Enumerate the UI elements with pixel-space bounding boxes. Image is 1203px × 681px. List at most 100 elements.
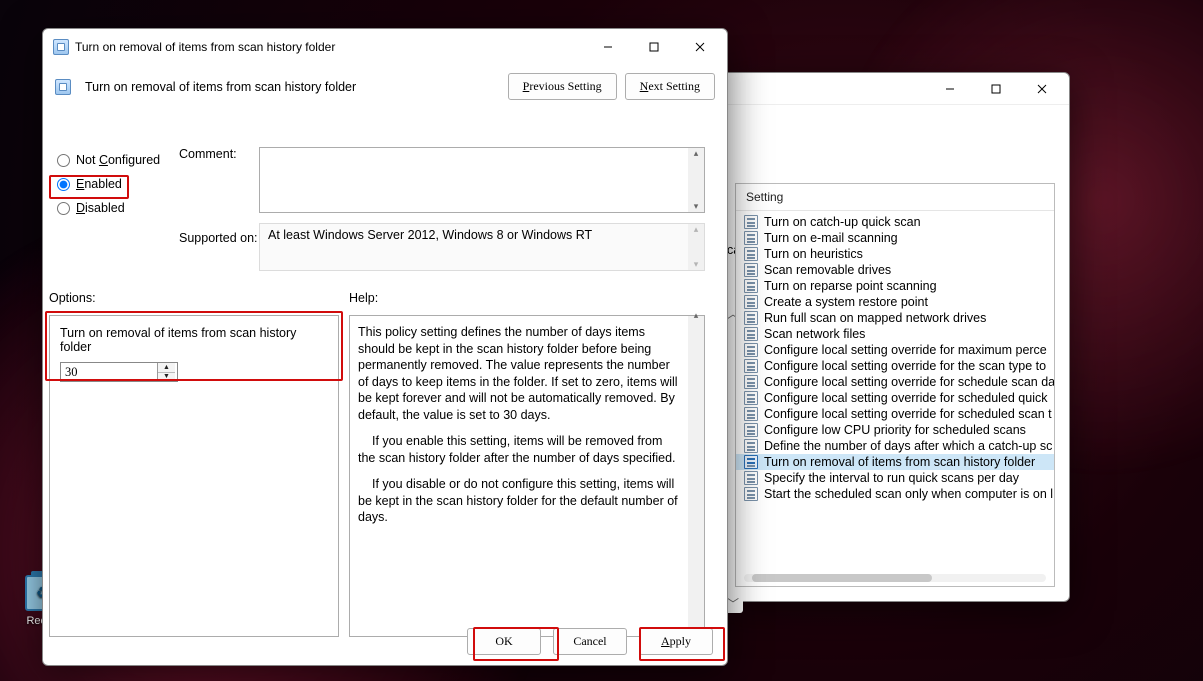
list-item-label: Configure low CPU priority for scheduled…: [764, 423, 1026, 437]
scrollbar-thumb[interactable]: [752, 574, 932, 582]
policy-item-icon: [744, 487, 758, 501]
state-radio-group: Not Configured Enabled Disabled: [57, 153, 177, 215]
policy-item-icon: [744, 279, 758, 293]
list-item[interactable]: Configure local setting override for sch…: [736, 406, 1054, 422]
list-item[interactable]: Turn on reparse point scanning: [736, 278, 1054, 294]
comment-textarea[interactable]: [259, 147, 705, 213]
list-item[interactable]: Specify the interval to run quick scans …: [736, 470, 1054, 486]
policy-item-icon: [744, 263, 758, 277]
spinner-down-icon[interactable]: ▼: [158, 373, 175, 382]
list-item[interactable]: Configure local setting override for sch…: [736, 390, 1054, 406]
list-item-label: Configure local setting override for max…: [764, 343, 1047, 357]
help-pane: This policy setting defines the number o…: [349, 315, 705, 637]
list-item-label: Define the number of days after which a …: [764, 439, 1052, 453]
list-item[interactable]: Configure local setting override for the…: [736, 358, 1054, 374]
options-section-label: Options:: [49, 291, 96, 305]
days-input[interactable]: [61, 363, 157, 381]
apply-button[interactable]: Apply: [639, 628, 713, 655]
list-item[interactable]: Turn on heuristics: [736, 246, 1054, 262]
list-item[interactable]: Turn on removal of items from scan histo…: [736, 454, 1054, 470]
policy-item-icon: [744, 375, 758, 389]
list-item[interactable]: Scan network files: [736, 326, 1054, 342]
policy-item-icon: [744, 455, 758, 469]
list-item[interactable]: Run full scan on mapped network drives: [736, 310, 1054, 326]
spinner-up-icon[interactable]: ▲: [158, 363, 175, 373]
list-item[interactable]: Configure low CPU priority for scheduled…: [736, 422, 1054, 438]
policy-item-icon: [744, 295, 758, 309]
close-button[interactable]: [1019, 73, 1065, 105]
list-item[interactable]: Create a system restore point: [736, 294, 1054, 310]
supported-on-label: Supported on:: [179, 231, 258, 245]
list-item-label: Create a system restore point: [764, 295, 928, 309]
list-item[interactable]: Define the number of days after which a …: [736, 438, 1054, 454]
policy-icon: [53, 39, 69, 55]
help-paragraph-2: If you enable this setting, items will b…: [358, 433, 680, 466]
previous-setting-button[interactable]: Previous Setting: [508, 73, 617, 100]
policy-item-icon: [744, 471, 758, 485]
enabled-radio[interactable]: [57, 178, 70, 191]
not-configured-label[interactable]: Not Configured: [76, 153, 160, 167]
ok-button[interactable]: OK: [467, 628, 541, 655]
list-item-label: Configure local setting override for the…: [764, 359, 1046, 373]
policy-dialog-window: Turn on removal of items from scan histo…: [42, 28, 728, 666]
policy-item-icon: [744, 423, 758, 437]
help-paragraph-1: This policy setting defines the number o…: [358, 324, 680, 423]
list-item[interactable]: Configure local setting override for sch…: [736, 374, 1054, 390]
maximize-button[interactable]: [631, 31, 677, 63]
list-item-label: Scan removable drives: [764, 263, 891, 277]
options-pane: Turn on removal of items from scan histo…: [49, 315, 339, 637]
enabled-label[interactable]: Enabled: [76, 177, 122, 191]
policy-icon: [55, 79, 71, 95]
list-item-label: Turn on catch-up quick scan: [764, 215, 921, 229]
list-item-label: Configure local setting override for sch…: [764, 391, 1048, 405]
settings-list-header[interactable]: Setting: [736, 184, 1054, 211]
policy-item-icon: [744, 231, 758, 245]
help-paragraph-3: If you disable or do not configure this …: [358, 476, 680, 526]
policy-item-icon: [744, 391, 758, 405]
policy-item-icon: [744, 407, 758, 421]
policy-list-window: ︿ ﹀ can Setting Turn on catch-up quick s…: [720, 72, 1070, 602]
list-item-label: Run full scan on mapped network drives: [764, 311, 986, 325]
policy-item-icon: [744, 343, 758, 357]
policy-item-icon: [744, 247, 758, 261]
scrollbar: [688, 224, 704, 270]
maximize-button[interactable]: [973, 73, 1019, 105]
close-button[interactable]: [677, 31, 723, 63]
option-label: Turn on removal of items from scan histo…: [60, 326, 328, 354]
not-configured-radio[interactable]: [57, 154, 70, 167]
settings-list[interactable]: Turn on catch-up quick scan Turn on e-mai…: [736, 211, 1054, 585]
policy-item-icon: [744, 215, 758, 229]
list-item-label: Turn on removal of items from scan histo…: [764, 455, 1035, 469]
list-item-label: Configure local setting override for sch…: [764, 407, 1052, 421]
horizontal-scrollbar[interactable]: [744, 574, 1046, 582]
days-spinner[interactable]: ▲ ▼: [60, 362, 178, 382]
window-title: Turn on removal of items from scan histo…: [75, 40, 335, 54]
list-item-label: Configure local setting override for sch…: [764, 375, 1054, 389]
disabled-label[interactable]: Disabled: [76, 201, 125, 215]
list-item-label: Turn on reparse point scanning: [764, 279, 937, 293]
list-item-label: Turn on e-mail scanning: [764, 231, 898, 245]
disabled-radio[interactable]: [57, 202, 70, 215]
minimize-button[interactable]: [927, 73, 973, 105]
list-item[interactable]: Turn on e-mail scanning: [736, 230, 1054, 246]
scrollbar[interactable]: [688, 316, 704, 636]
list-item[interactable]: Turn on catch-up quick scan: [736, 214, 1054, 230]
list-item[interactable]: Start the scheduled scan only when compu…: [736, 486, 1054, 502]
supported-on-text: At least Windows Server 2012, Windows 8 …: [259, 223, 705, 271]
cancel-button[interactable]: Cancel: [553, 628, 627, 655]
list-item-label: Start the scheduled scan only when compu…: [764, 487, 1053, 501]
policy-item-icon: [744, 439, 758, 453]
list-item[interactable]: Scan removable drives: [736, 262, 1054, 278]
next-setting-button[interactable]: Next Setting: [625, 73, 715, 100]
policy-item-icon: [744, 311, 758, 325]
help-section-label: Help:: [349, 291, 378, 305]
policy-item-icon: [744, 327, 758, 341]
list-item[interactable]: Configure local setting override for max…: [736, 342, 1054, 358]
scrollbar[interactable]: [688, 148, 704, 212]
policy-item-icon: [744, 359, 758, 373]
policy-subtitle: Turn on removal of items from scan histo…: [85, 80, 356, 94]
minimize-button[interactable]: [585, 31, 631, 63]
list-item-label: Scan network files: [764, 327, 865, 341]
settings-list-pane: Setting Turn on catch-up quick scanTurn …: [735, 183, 1055, 587]
list-item-label: Turn on heuristics: [764, 247, 863, 261]
